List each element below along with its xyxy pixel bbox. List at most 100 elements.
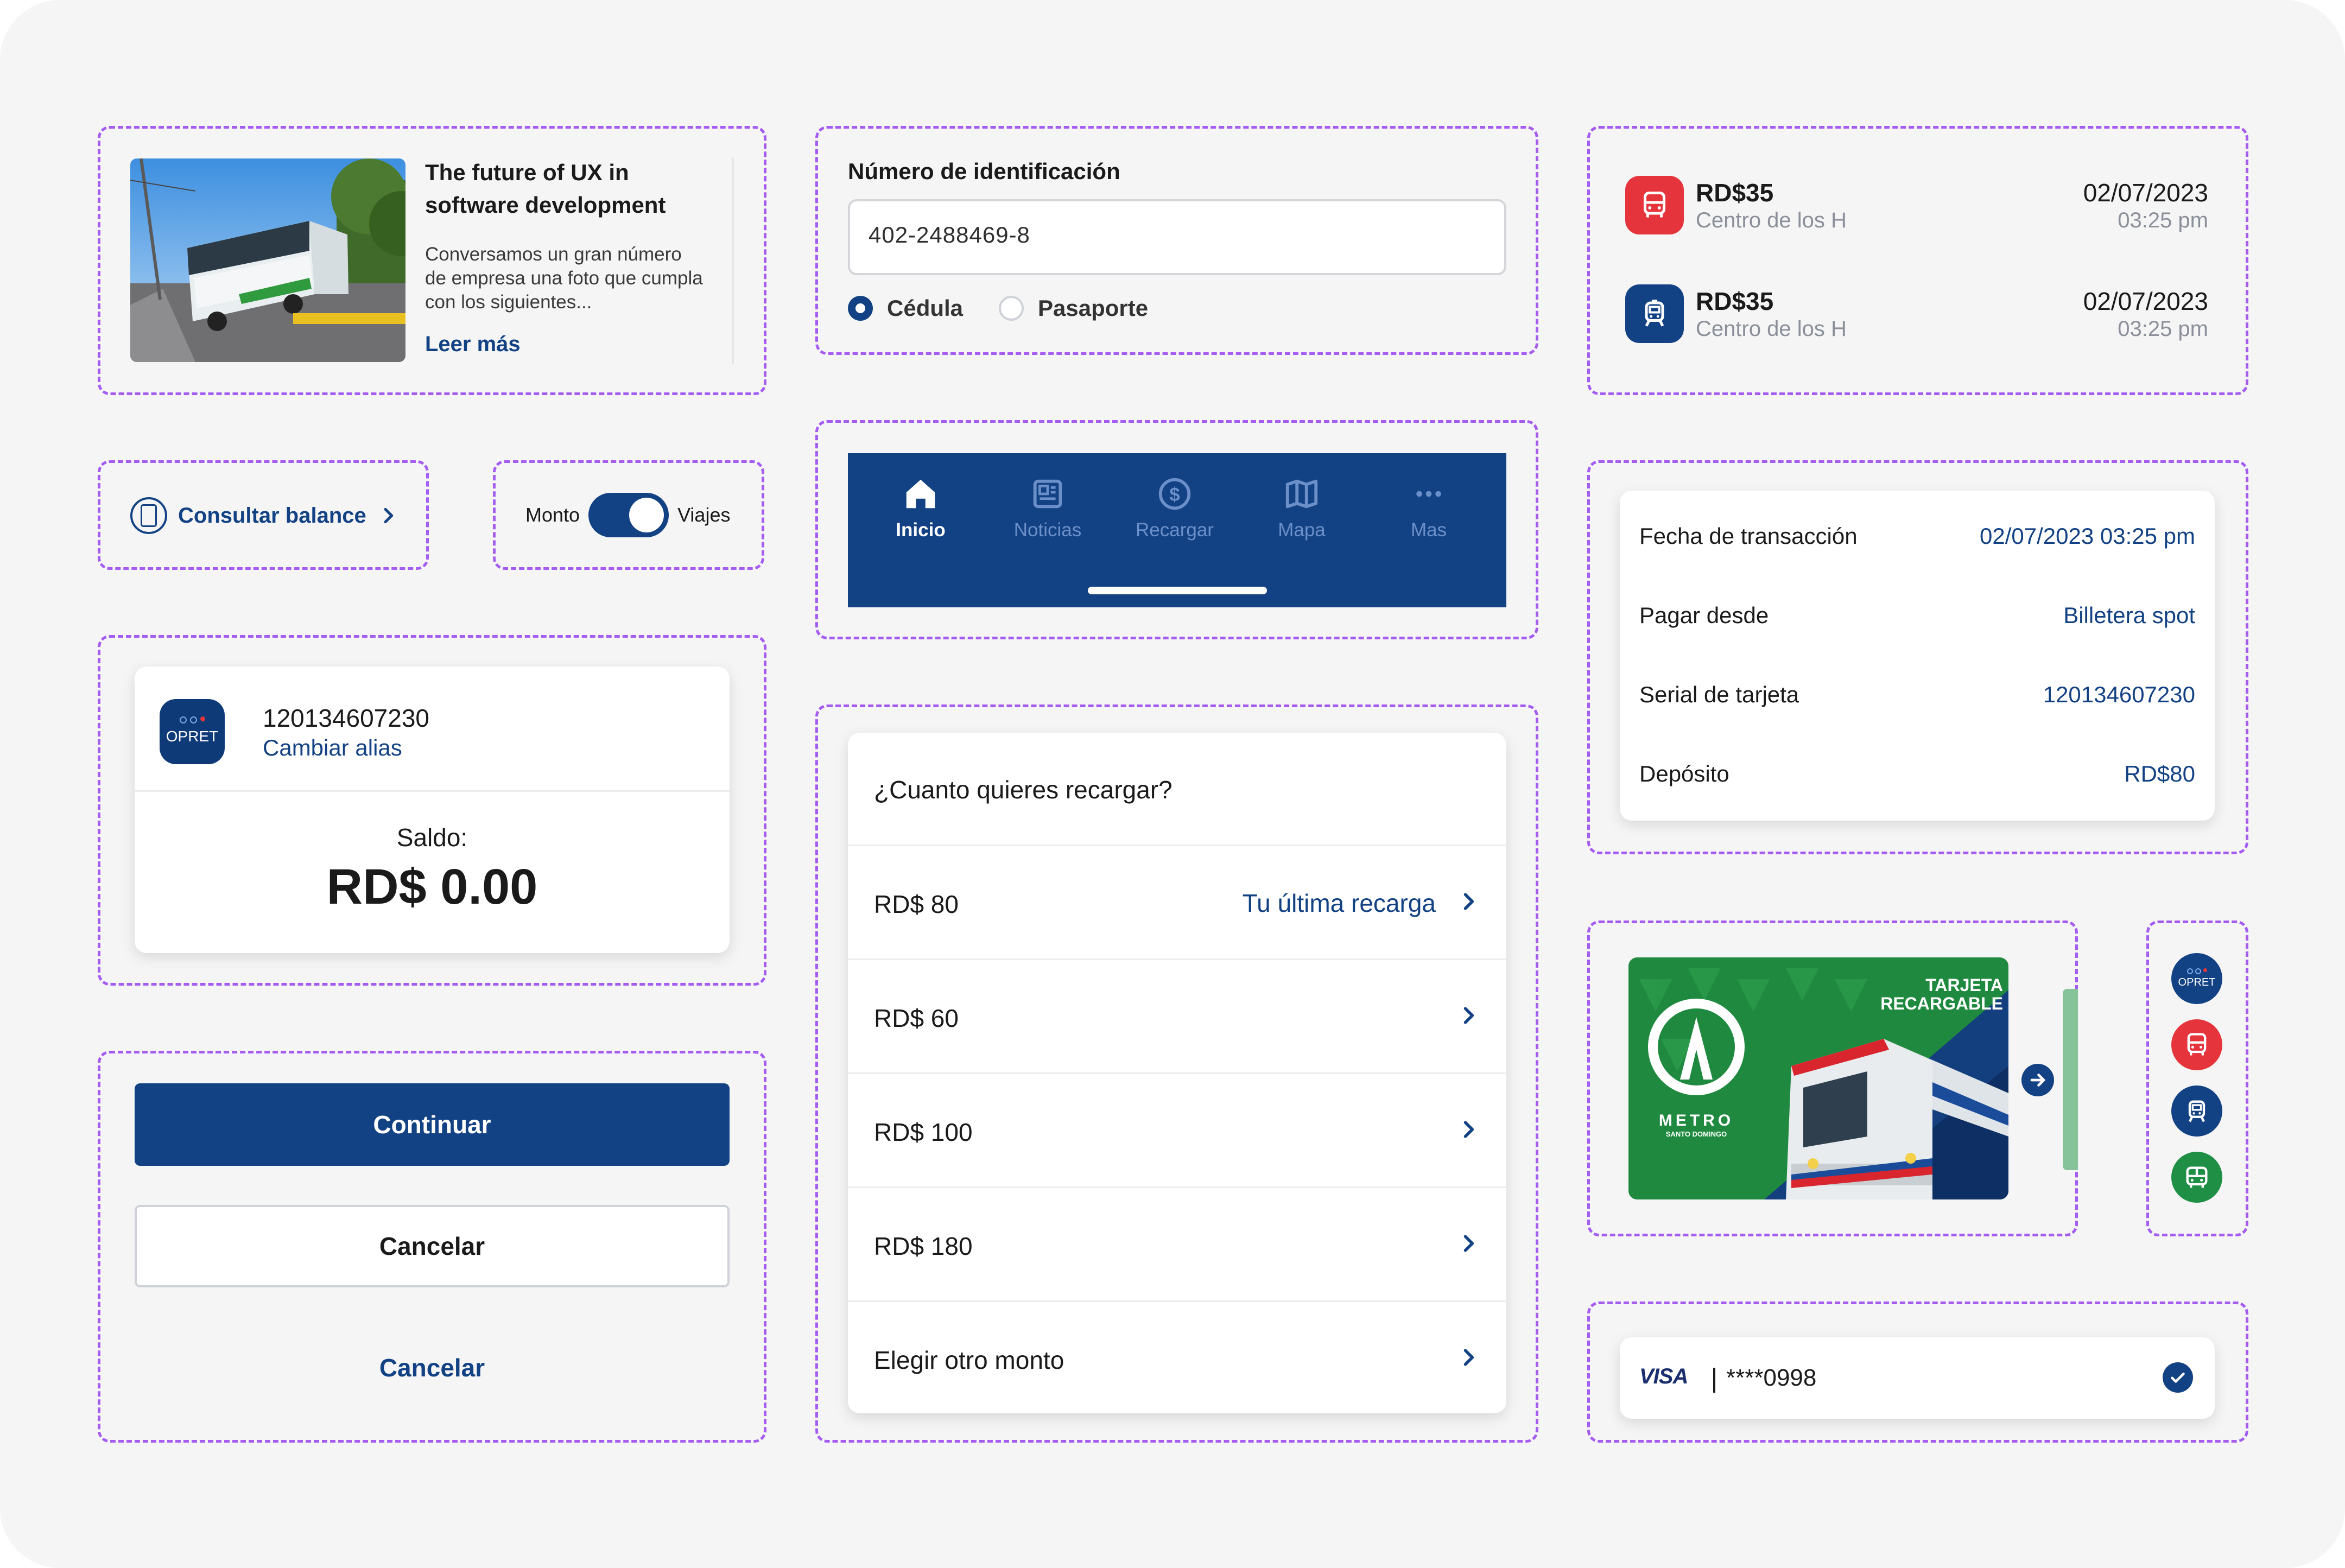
- map-icon: [1285, 479, 1318, 509]
- chevron-right-icon: [1463, 1007, 1474, 1024]
- detail-value: 120134607230: [2043, 682, 2195, 707]
- detail-label: Serial de tarjeta: [1639, 682, 1799, 707]
- opret-logo-text: OPRET: [166, 728, 219, 745]
- saldo-label: Saldo:: [396, 823, 468, 852]
- dollar-icon: $: [1158, 478, 1191, 510]
- recharge-option-label: RD$ 60: [874, 1004, 959, 1032]
- recharge-question: ¿Cuanto quieres recargar?: [874, 776, 1172, 804]
- nav-label-inicio: Inicio: [896, 519, 946, 541]
- transaction-row[interactable]: RD$35 Centro de los H 02/07/2023 03:25 p…: [1625, 284, 2208, 350]
- check-circle-icon: [2163, 1362, 2193, 1393]
- saldo-value: RD$ 0.00: [326, 859, 538, 915]
- visa-logo: VISA: [1639, 1364, 1688, 1388]
- transaction-place: Centro de los H: [1696, 208, 1847, 232]
- metro-train-icon: [1625, 284, 1684, 343]
- detail-value: 02/07/2023 03:25 pm: [1980, 523, 2195, 549]
- cancelar-text-button[interactable]: Cancelar: [135, 1326, 730, 1409]
- chevron-right-icon: [384, 507, 393, 524]
- canvas: The future of UX in software development…: [0, 0, 2345, 1568]
- home-indicator: [1088, 587, 1267, 594]
- recharge-option[interactable]: RD$ 80 Tu última recarga: [848, 845, 1506, 960]
- transaction-place: Centro de los H: [1696, 317, 1847, 341]
- radio-pasaporte[interactable]: Pasaporte: [999, 295, 1148, 321]
- cancelar-outline-button[interactable]: Cancelar: [135, 1205, 730, 1287]
- transaction-time: 03:25 pm: [2118, 317, 2208, 341]
- toggle-left-label: Monto: [525, 504, 580, 526]
- arrow-right-icon: [2030, 1074, 2045, 1087]
- change-alias-link[interactable]: Cambiar alias: [263, 735, 402, 761]
- detail-value: Billetera spot: [2063, 602, 2195, 628]
- radio-pasaporte-label: Pasaporte: [1038, 295, 1149, 321]
- nav-label-mas: Mas: [1410, 519, 1447, 541]
- metro-brand-sub: SANTO DOMINGO: [1666, 1130, 1727, 1138]
- transaction-amount: RD$35: [1696, 287, 1774, 315]
- detail-value: RD$80: [2124, 761, 2195, 786]
- opret-icon-text: OPRET: [2178, 976, 2216, 988]
- card-icon: [130, 497, 167, 534]
- chevron-right-icon: [1463, 1349, 1474, 1366]
- nav-label-recargar: Recargar: [1136, 519, 1214, 541]
- svg-text:$: $: [1169, 484, 1180, 505]
- metro-train-icon: [2171, 1085, 2222, 1137]
- news-image[interactable]: [130, 158, 405, 362]
- bus-icon: [1625, 176, 1684, 234]
- radio-pasaporte-icon: [999, 296, 1024, 321]
- detail-label: Fecha de transacción: [1639, 523, 1858, 549]
- nav-item-mapa[interactable]: Mapa: [1247, 475, 1356, 541]
- radio-cedula-label: Cédula: [887, 295, 964, 321]
- recharge-option[interactable]: RD$ 180: [848, 1186, 1506, 1302]
- metro-card-title: TARJETA RECARGABLE: [1880, 976, 2003, 1013]
- consultar-balance-button[interactable]: Consultar balance: [130, 496, 399, 535]
- toggle-switch[interactable]: [588, 493, 669, 537]
- detail-label: Pagar desde: [1639, 602, 1769, 628]
- news-icon: [1033, 479, 1062, 509]
- metro-card-image[interactable]: METRO SANTO DOMINGO TARJETA RECARGABLE: [1628, 957, 2008, 1199]
- recharge-option-label: Elegir otro monto: [874, 1346, 1064, 1374]
- masked-card-number: ****0998: [1726, 1364, 1817, 1391]
- metro-brand-text: METRO: [1659, 1112, 1734, 1129]
- bus-front-icon: [2171, 1152, 2222, 1203]
- recharge-option[interactable]: RD$ 100: [848, 1072, 1506, 1188]
- metro-card-title-line1: TARJETA: [1925, 975, 2003, 995]
- nav-label-mapa: Mapa: [1278, 519, 1326, 541]
- toggle-knob: [629, 498, 664, 532]
- nav-item-noticias[interactable]: Noticias: [993, 475, 1102, 541]
- radio-cedula[interactable]: Cédula: [848, 295, 963, 321]
- continuar-button[interactable]: Continuar: [135, 1083, 730, 1166]
- bottom-navbar: Inicio Noticias $ Recargar Mapa Mas: [848, 453, 1506, 607]
- recharge-option[interactable]: RD$ 60: [848, 958, 1506, 1074]
- chevron-right-icon: [1463, 1121, 1474, 1138]
- news-divider: [732, 157, 734, 364]
- transactions-frame: [1587, 126, 2248, 395]
- card-number: 120134607230: [263, 704, 429, 732]
- news-title: The future of UX in software development: [425, 160, 666, 218]
- id-number-input[interactable]: 402-2488469-8: [848, 199, 1506, 275]
- recharge-option-label: RD$ 180: [874, 1232, 973, 1260]
- news-description: Conversamos un gran número de empresa un…: [425, 244, 703, 313]
- recharge-option[interactable]: Elegir otro monto: [848, 1300, 1506, 1416]
- bus-icon: [2171, 1019, 2222, 1070]
- transaction-row[interactable]: RD$35 Centro de los H 02/07/2023 03:25 p…: [1625, 176, 2208, 241]
- nav-item-inicio[interactable]: Inicio: [866, 475, 975, 541]
- payment-method-card[interactable]: VISA ****0998: [1620, 1337, 2215, 1419]
- consultar-balance-label: Consultar balance: [178, 503, 366, 528]
- recharge-option-label: RD$ 100: [874, 1118, 973, 1146]
- id-field-label: Número de identificación: [848, 158, 1120, 184]
- nav-item-mas[interactable]: Mas: [1374, 475, 1483, 541]
- last-recharge-hint: Tu última recarga: [1242, 889, 1436, 917]
- nav-item-recargar[interactable]: $ Recargar: [1120, 475, 1229, 541]
- read-more-link[interactable]: Leer más: [425, 332, 521, 357]
- opret-logo: OPRET: [160, 699, 225, 764]
- toggle-right-label: Viajes: [677, 504, 731, 526]
- next-card-peek: [2063, 989, 2078, 1170]
- metro-card-title-line2: RECARGABLE: [1880, 994, 2003, 1013]
- next-arrow-button[interactable]: [2021, 1064, 2054, 1096]
- nav-label-noticias: Noticias: [1013, 519, 1082, 541]
- monto-viajes-toggle[interactable]: Monto Viajes: [525, 493, 730, 537]
- transaction-time: 03:25 pm: [2118, 208, 2208, 232]
- opret-icon: OPRET: [2171, 953, 2222, 1004]
- home-icon: [906, 479, 935, 509]
- detail-label: Depósito: [1639, 761, 1729, 786]
- transaction-details-card: Fecha de transacción 02/07/2023 03:25 pm…: [1620, 491, 2215, 821]
- transaction-date: 02/07/2023: [2083, 179, 2208, 207]
